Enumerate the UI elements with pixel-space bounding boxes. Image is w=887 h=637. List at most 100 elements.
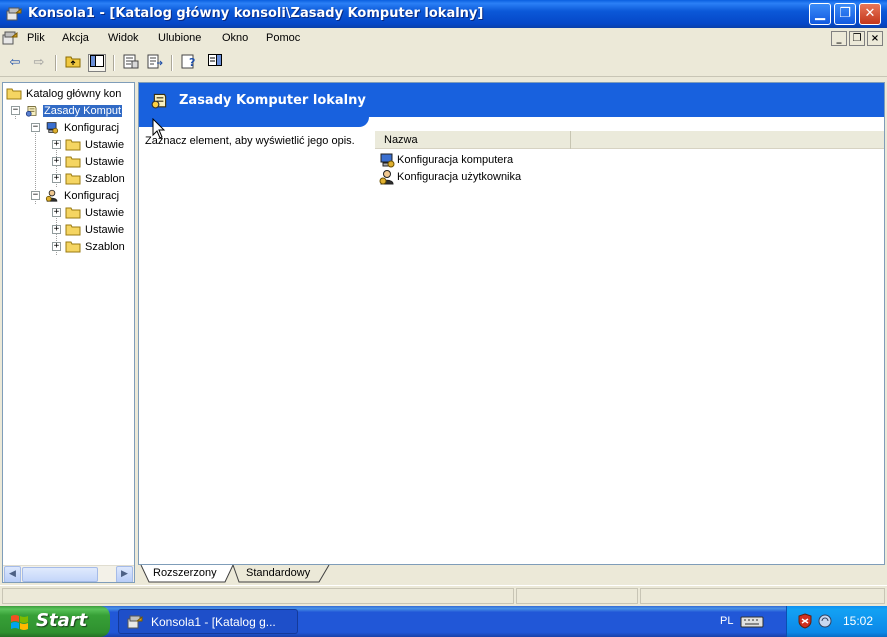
folder-icon: [65, 139, 81, 151]
network-icon[interactable]: [817, 613, 833, 629]
menu-widok[interactable]: Widok: [108, 32, 139, 44]
console-content: Katalog główny kon − Zasady Komput − Kon…: [0, 80, 887, 585]
tree-item-label: Konfiguracj: [64, 121, 120, 134]
child-restore-button[interactable]: ❐: [849, 31, 865, 46]
tab-extended[interactable]: Rozszerzony: [145, 565, 225, 582]
tab-standard[interactable]: Standardowy: [238, 565, 318, 582]
expand-icon[interactable]: +: [52, 242, 61, 251]
minimize-icon: ▁: [815, 6, 825, 21]
tree-item-software-settings[interactable]: + Ustawie: [52, 136, 125, 153]
policy-scroll-icon: [151, 93, 167, 109]
action-pane-icon: [208, 54, 222, 66]
computer-configuration-icon: [380, 153, 395, 167]
child-minimize-icon: _: [836, 33, 842, 44]
taskbar-button-konsola[interactable]: Konsola1 - [Katalog g...: [118, 609, 298, 634]
toolbar-separator: [113, 55, 115, 71]
expand-icon[interactable]: +: [52, 225, 61, 234]
svg-text:?: ?: [189, 56, 195, 69]
tree-item-windows-settings[interactable]: + Ustawie: [52, 153, 125, 170]
tree-item-computer-configuration[interactable]: − Konfiguracj: [31, 119, 120, 136]
menu-pomoc[interactable]: Pomoc: [266, 32, 300, 44]
action-pane-button[interactable]: [206, 54, 224, 72]
window-title-bar[interactable]: Konsola1 - [Katalog główny konsoli\Zasad…: [0, 0, 887, 28]
user-configuration-icon: [45, 189, 58, 202]
list-item-computer-configuration[interactable]: Konfiguracja komputera: [379, 151, 513, 168]
tree-item-local-computer-policy[interactable]: − Zasady Komput: [11, 102, 123, 119]
status-cell-2: [516, 588, 638, 604]
back-button[interactable]: ⇦: [6, 54, 24, 72]
taskbar: Start Konsola1 - [Katalog g... PL 15:02: [0, 606, 887, 637]
scroll-right-button[interactable]: ▶: [116, 566, 133, 582]
menu-ulubione[interactable]: Ulubione: [158, 32, 201, 44]
window-title: Konsola1 - [Katalog główny konsoli\Zasad…: [28, 6, 484, 21]
expand-icon[interactable]: +: [52, 208, 61, 217]
folder-icon: [65, 224, 81, 236]
console-tree-icon: [90, 55, 104, 67]
details-header-title: Zasady Komputer lokalny: [179, 93, 366, 108]
tree-item-root[interactable]: Katalog główny kon: [6, 85, 122, 102]
maximize-button[interactable]: ❐: [834, 3, 856, 25]
clock[interactable]: 15:02: [843, 614, 873, 628]
tree-horizontal-scrollbar[interactable]: ◀ ▶: [3, 565, 134, 582]
taskbar-button-label: Konsola1 - [Katalog g...: [151, 615, 276, 629]
help-button[interactable]: ?: [180, 54, 198, 72]
expand-icon[interactable]: +: [52, 174, 61, 183]
language-indicator[interactable]: PL: [720, 615, 733, 627]
arrow-right-icon: ▶: [121, 569, 128, 579]
start-label: Start: [36, 610, 88, 631]
keyboard-icon[interactable]: [740, 615, 764, 629]
folder-icon: [6, 88, 22, 100]
menu-okno[interactable]: Okno: [222, 32, 248, 44]
tree-item-user-administrative-templates[interactable]: + Szablon: [52, 238, 126, 255]
up-one-level-button[interactable]: [64, 54, 82, 72]
folder-up-icon: [65, 56, 81, 68]
mouse-cursor-icon: [152, 118, 166, 139]
status-cell-3: [640, 588, 885, 604]
tree-item-user-software-settings[interactable]: + Ustawie: [52, 204, 125, 221]
folder-icon: [65, 207, 81, 219]
menu-akcja[interactable]: Akcja: [62, 32, 89, 44]
properties-icon: [123, 54, 139, 69]
tree-item-user-windows-settings[interactable]: + Ustawie: [52, 221, 125, 238]
help-icon: ?: [181, 54, 195, 69]
toolbar-separator: [171, 55, 173, 71]
properties-button[interactable]: [122, 54, 140, 72]
console-tree[interactable]: Katalog główny kon − Zasady Komput − Kon…: [2, 82, 135, 583]
scroll-left-button[interactable]: ◀: [4, 566, 21, 582]
folder-icon: [65, 241, 81, 253]
child-close-button[interactable]: ×: [867, 31, 883, 46]
tree-item-user-configuration[interactable]: − Konfiguracj: [31, 187, 120, 204]
collapse-icon[interactable]: −: [11, 106, 20, 115]
maximize-icon: ❐: [839, 6, 851, 21]
arrow-left-icon: ◀: [9, 569, 16, 579]
child-restore-icon: ❐: [852, 33, 862, 44]
export-list-icon: [147, 54, 163, 69]
tree-item-administrative-templates[interactable]: + Szablon: [52, 170, 126, 187]
mmc-console-icon: [6, 7, 22, 21]
column-header-nazwa[interactable]: Nazwa: [375, 131, 571, 149]
export-list-button[interactable]: [146, 54, 164, 72]
user-configuration-icon: [379, 169, 394, 184]
security-shield-icon[interactable]: [797, 613, 813, 629]
list-item-user-configuration[interactable]: Konfiguracja użytkownika: [379, 168, 521, 185]
forward-button[interactable]: ⇨: [30, 54, 48, 72]
tree-item-label: Szablon: [85, 240, 125, 253]
folder-icon: [65, 156, 81, 168]
expand-icon[interactable]: +: [52, 140, 61, 149]
collapse-icon[interactable]: −: [31, 123, 40, 132]
start-button[interactable]: Start: [0, 606, 110, 637]
close-button[interactable]: ✕: [859, 3, 881, 25]
mmc-console-icon: [127, 615, 143, 629]
status-bar: [0, 585, 887, 605]
menu-plik[interactable]: Plik: [27, 32, 45, 44]
show-hide-tree-button[interactable]: [88, 54, 106, 72]
minimize-button[interactable]: ▁: [809, 3, 831, 25]
expand-icon[interactable]: +: [52, 157, 61, 166]
description-text: Zaznacz element, aby wyświetlić jego opi…: [145, 135, 355, 147]
collapse-icon[interactable]: −: [31, 191, 40, 200]
child-minimize-button[interactable]: _: [831, 31, 847, 46]
child-window-icon[interactable]: [2, 30, 18, 46]
tree-item-label: Ustawie: [85, 155, 125, 168]
windows-flag-icon: [11, 615, 28, 630]
scroll-thumb[interactable]: [22, 567, 98, 582]
